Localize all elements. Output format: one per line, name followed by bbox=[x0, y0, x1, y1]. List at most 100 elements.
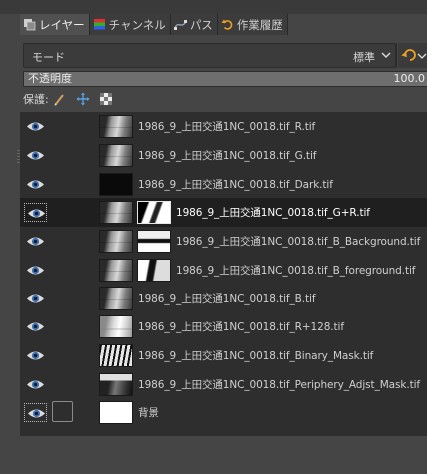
eye-icon bbox=[27, 151, 44, 160]
eye-icon bbox=[28, 209, 45, 218]
visibility-toggle[interactable] bbox=[24, 232, 47, 251]
layer-thumbnail[interactable] bbox=[99, 287, 133, 310]
tab-undo-history[interactable]: 作業履歴 bbox=[217, 14, 288, 35]
visibility-toggle[interactable] bbox=[24, 289, 47, 308]
tab-paths[interactable]: パス bbox=[170, 14, 218, 35]
layer-row[interactable]: 1986_9_上田交通1NC_0018.tif_Binary_Mask.tif bbox=[20, 341, 427, 370]
layer-row[interactable]: 1986_9_上田交通1NC_0018.tif_R.tif bbox=[20, 112, 427, 141]
opacity-label: 不透明度 bbox=[28, 72, 72, 85]
layer-row[interactable]: 1986_9_上田交通1NC_0018.tif_B_Background.tif bbox=[20, 227, 427, 256]
chain-link-toggle[interactable] bbox=[52, 230, 73, 251]
layer-thumbnail[interactable] bbox=[99, 201, 133, 224]
tab-layers-label: レイヤー bbox=[39, 17, 85, 32]
chain-link-toggle[interactable] bbox=[52, 373, 73, 394]
chain-link-toggle[interactable] bbox=[52, 173, 73, 194]
layer-mask-thumbnail[interactable] bbox=[137, 259, 171, 282]
layer-thumbnail[interactable] bbox=[99, 401, 133, 424]
lock-position-move-icon[interactable] bbox=[76, 92, 90, 106]
dock-tabs: レイヤー チャンネル パス 作業履歴 bbox=[20, 14, 288, 35]
layer-name[interactable]: 1986_9_上田交通1NC_0018.tif_Periphery_Adjst_… bbox=[138, 377, 420, 392]
panel-bottom-area bbox=[20, 436, 427, 474]
layer-row[interactable]: 1986_9_上田交通1NC_0018.tif_B.tif bbox=[20, 284, 427, 313]
swirl-icon bbox=[401, 49, 427, 61]
paths-icon bbox=[173, 20, 187, 30]
visibility-toggle[interactable] bbox=[24, 203, 47, 222]
layers-panel: モード 標準 不透明度 100.0 保護: 1986_9_上田交通1NC_001… bbox=[20, 35, 427, 474]
eye-icon bbox=[27, 294, 44, 303]
tab-layers[interactable]: レイヤー bbox=[20, 14, 90, 35]
layer-name[interactable]: 1986_9_上田交通1NC_0018.tif_R.tif bbox=[138, 119, 315, 134]
eye-icon bbox=[27, 351, 44, 360]
layer-thumbnail[interactable] bbox=[99, 173, 133, 196]
layer-name[interactable]: 1986_9_上田交通1NC_0018.tif_G.tif bbox=[138, 148, 316, 163]
layer-name[interactable]: 1986_9_上田交通1NC_0018.tif_Binary_Mask.tif bbox=[138, 348, 373, 363]
layer-name[interactable]: 1986_9_上田交通1NC_0018.tif_B.tif bbox=[138, 291, 316, 306]
mode-dropdown[interactable]: モード 標準 bbox=[23, 43, 396, 68]
layer-thumbnail[interactable] bbox=[99, 315, 133, 338]
tab-undo-history-label: 作業履歴 bbox=[236, 17, 283, 32]
layer-thumbnail[interactable] bbox=[99, 115, 133, 138]
chain-link-toggle[interactable] bbox=[52, 259, 73, 280]
layer-thumbnail[interactable] bbox=[99, 344, 133, 367]
visibility-toggle[interactable] bbox=[24, 403, 47, 422]
visibility-toggle[interactable] bbox=[24, 261, 47, 280]
visibility-toggle[interactable] bbox=[24, 317, 47, 336]
tab-channels-label: チャンネル bbox=[108, 17, 166, 32]
layer-row[interactable]: 1986_9_上田交通1NC_0018.tif_G.tif bbox=[20, 141, 427, 170]
opacity-fill bbox=[24, 72, 427, 86]
layer-row[interactable]: 1986_9_上田交通1NC_0018.tif_G+R.tif bbox=[20, 198, 427, 227]
mode-value: 標準 bbox=[353, 51, 375, 64]
layer-name[interactable]: 1986_9_上田交通1NC_0018.tif_G+R.tif bbox=[176, 205, 370, 220]
tab-paths-label: パス bbox=[189, 17, 213, 32]
tab-channels[interactable]: チャンネル bbox=[89, 14, 171, 35]
eye-icon bbox=[28, 409, 45, 418]
layer-name[interactable]: 1986_9_上田交通1NC_0018.tif_B_foreground.tif bbox=[176, 263, 416, 278]
undo-history-icon bbox=[221, 19, 233, 30]
eye-icon bbox=[27, 380, 44, 389]
layer-row[interactable]: 1986_9_上田交通1NC_0018.tif_Dark.tif bbox=[20, 170, 427, 199]
eye-icon bbox=[27, 266, 44, 275]
lock-pixels-brush-icon[interactable] bbox=[53, 92, 67, 106]
visibility-toggle[interactable] bbox=[24, 346, 47, 365]
eye-icon bbox=[27, 322, 44, 331]
lock-label: 保護: bbox=[23, 93, 49, 106]
chain-link-toggle[interactable] bbox=[52, 287, 73, 308]
layer-mask-thumbnail[interactable] bbox=[137, 230, 171, 253]
visibility-toggle[interactable] bbox=[24, 117, 47, 136]
layer-thumbnail[interactable] bbox=[99, 259, 133, 282]
layer-name[interactable]: 背景 bbox=[138, 405, 159, 420]
visibility-toggle[interactable] bbox=[24, 375, 47, 394]
layer-row[interactable]: 1986_9_上田交通1NC_0018.tif_B_foreground.tif bbox=[20, 256, 427, 285]
layer-thumbnail[interactable] bbox=[99, 144, 133, 167]
layer-name[interactable]: 1986_9_上田交通1NC_0018.tif_Dark.tif bbox=[138, 177, 333, 192]
layer-thumbnail[interactable] bbox=[99, 230, 133, 253]
lock-alpha-checker-icon[interactable] bbox=[99, 92, 113, 106]
layer-row[interactable]: 1986_9_上田交通1NC_0018.tif_Periphery_Adjst_… bbox=[20, 370, 427, 399]
chain-link-toggle[interactable] bbox=[52, 201, 73, 222]
chain-link-toggle[interactable] bbox=[52, 344, 73, 365]
chain-link-toggle[interactable] bbox=[52, 315, 73, 336]
visibility-toggle[interactable] bbox=[24, 175, 47, 194]
top-strip bbox=[0, 0, 427, 14]
eye-icon bbox=[27, 237, 44, 246]
layer-thumbnail[interactable] bbox=[99, 373, 133, 396]
layer-row[interactable]: 背景 bbox=[20, 398, 427, 427]
layer-list: 1986_9_上田交通1NC_0018.tif_R.tif 1986_9_上田交通… bbox=[20, 112, 427, 436]
layer-row[interactable]: 1986_9_上田交通1NC_0018.tif_R+128.tif bbox=[20, 312, 427, 341]
chevron-down-icon bbox=[381, 52, 391, 58]
divider bbox=[396, 43, 397, 68]
channels-icon bbox=[93, 19, 105, 30]
eye-icon bbox=[27, 180, 44, 189]
layer-name[interactable]: 1986_9_上田交通1NC_0018.tif_B_Background.tif bbox=[176, 234, 420, 249]
chain-link-toggle[interactable] bbox=[52, 144, 73, 165]
opacity-value: 100.0 bbox=[393, 72, 426, 85]
mode-label: モード bbox=[32, 51, 65, 64]
opacity-slider[interactable]: 不透明度 100.0 bbox=[23, 71, 427, 87]
composite-mode-button[interactable] bbox=[398, 43, 427, 68]
layers-icon bbox=[24, 19, 36, 31]
layer-name[interactable]: 1986_9_上田交通1NC_0018.tif_R+128.tif bbox=[138, 319, 344, 334]
chain-link-toggle[interactable] bbox=[52, 401, 73, 422]
layer-mask-thumbnail[interactable] bbox=[137, 201, 171, 224]
chain-link-toggle[interactable] bbox=[52, 115, 73, 136]
visibility-toggle[interactable] bbox=[24, 146, 47, 165]
